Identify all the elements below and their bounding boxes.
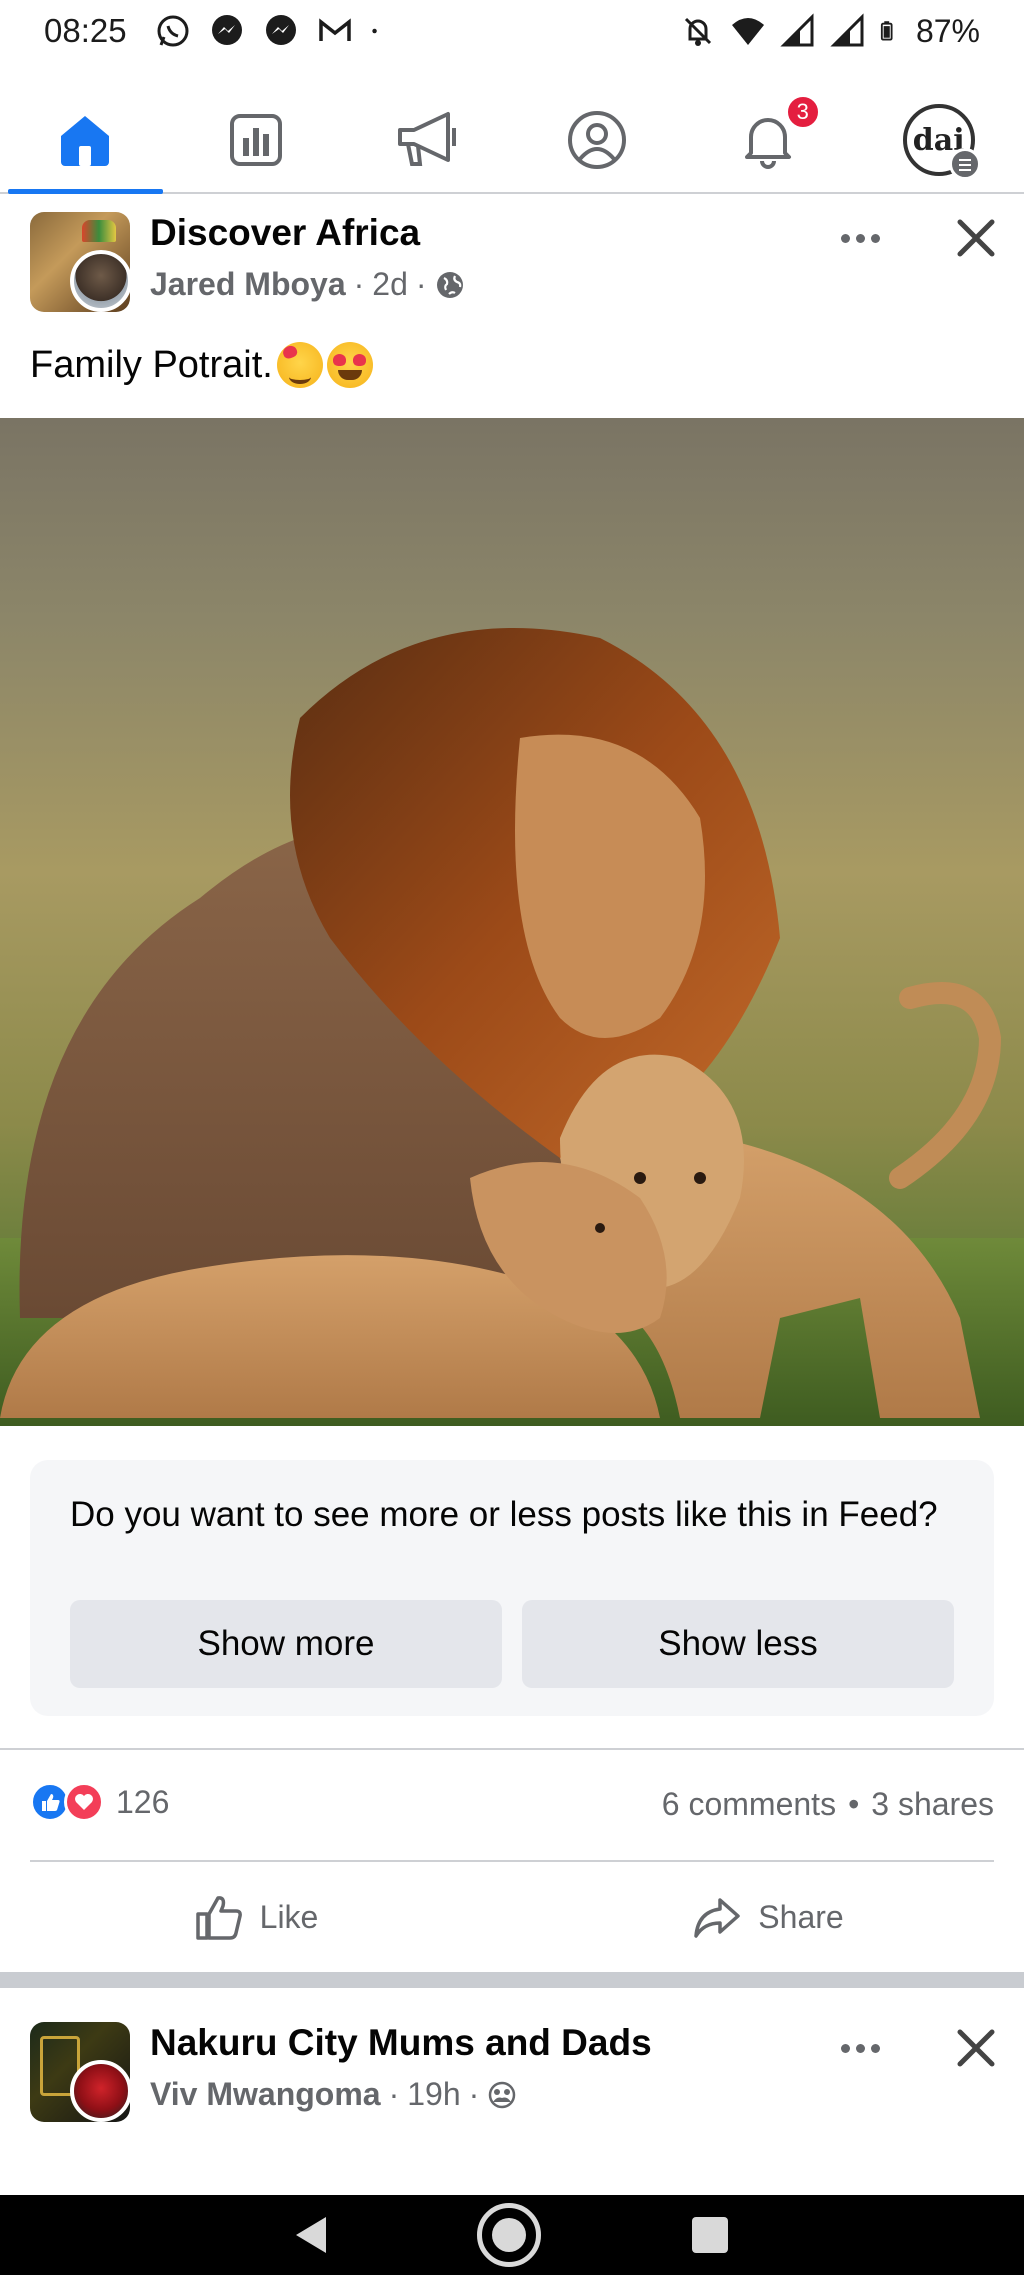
post-time[interactable]: 19h [407, 2076, 460, 2113]
engagement-summary: 6 comments • 3 shares [661, 1786, 994, 1823]
top-navigation: 3 dai [0, 88, 1024, 194]
post-meta: Viv Mwangoma · 19h · [150, 2076, 517, 2113]
status-time: 08:25 [44, 12, 127, 49]
battery-percent: 87% [915, 12, 980, 49]
chart-icon [230, 114, 282, 166]
share-arrow-icon [694, 1898, 741, 1938]
battery-icon [880, 21, 893, 41]
notification-badge: 3 [784, 94, 821, 130]
thumbs-up-icon [195, 1896, 242, 1940]
shares-count[interactable]: 3 shares [871, 1786, 994, 1823]
user-circle-icon [568, 111, 627, 169]
post-options-button[interactable] [832, 218, 888, 258]
divider [0, 1748, 1024, 1750]
author-avatar[interactable] [70, 250, 132, 312]
system-navigation-bar [0, 2195, 1024, 2275]
tab-menu[interactable]: dai [853, 88, 1024, 192]
photo-illustration [0, 628, 1024, 1426]
smiling-face-with-hearts-emoji [276, 342, 323, 388]
group-name[interactable]: Discover Africa [150, 212, 420, 254]
share-label: Share [758, 1898, 844, 1935]
globe-icon [436, 271, 463, 298]
mute-icon [684, 17, 712, 46]
post-time[interactable]: 2d [372, 266, 408, 303]
tab-notifications[interactable]: 3 [683, 88, 854, 192]
lion-family-photo[interactable] [0, 418, 1024, 1426]
dot-icon [371, 28, 377, 34]
close-icon [957, 219, 995, 257]
signal-icon [780, 13, 814, 47]
menu-icon [948, 148, 981, 180]
messenger-icon [265, 15, 296, 45]
post-actions: Like Share [0, 1862, 1024, 1972]
gmail-icon [318, 18, 351, 41]
tab-home[interactable] [0, 88, 171, 194]
tab-profile[interactable] [512, 88, 683, 192]
author-name[interactable]: Viv Mwangoma [150, 2076, 381, 2113]
comments-count[interactable]: 6 comments [662, 1786, 836, 1823]
heart-eyes-emoji [326, 342, 373, 388]
wifi-icon [731, 18, 764, 45]
reaction-summary[interactable]: 126 [30, 1782, 169, 1822]
signal-icon [830, 13, 864, 47]
hide-post-button[interactable] [950, 2022, 1002, 2074]
group-members-icon [489, 2081, 516, 2108]
caption-text: Family Potrait. [30, 343, 273, 386]
messenger-icon [211, 15, 242, 45]
hide-post-button[interactable] [950, 212, 1002, 264]
back-icon[interactable] [295, 2217, 326, 2253]
megaphone-icon [397, 112, 456, 166]
status-bar: 08:25 87% [0, 0, 1024, 62]
author-avatar[interactable] [70, 2060, 132, 2122]
feed-preference-card: Do you want to see more or less posts li… [30, 1460, 994, 1716]
reaction-count: 126 [116, 1783, 170, 1820]
author-name[interactable]: Jared Mboya [150, 266, 346, 303]
post-header: Discover Africa Jared Mboya · 2d · [0, 208, 1024, 318]
recents-icon[interactable] [692, 2217, 729, 2253]
profile-avatar: dai [902, 104, 981, 180]
post-meta: Jared Mboya · 2d · [150, 266, 465, 303]
post-header: Nakuru City Mums and Dads Viv Mwangoma ·… [0, 2018, 1024, 2128]
show-less-button[interactable]: Show less [522, 1600, 954, 1688]
post-options-button[interactable] [832, 2028, 888, 2068]
tab-ads[interactable] [341, 88, 512, 192]
whatsapp-icon [157, 15, 189, 47]
feed-separator [0, 1972, 1024, 1988]
like-label: Like [259, 1898, 319, 1935]
tab-insights[interactable] [171, 88, 342, 192]
like-button[interactable]: Like [0, 1862, 512, 1972]
feedback-question: Do you want to see more or less posts li… [70, 1495, 938, 1534]
share-button[interactable]: Share [512, 1862, 1024, 1972]
group-name[interactable]: Nakuru City Mums and Dads [150, 2022, 652, 2064]
home-button-icon[interactable] [476, 2203, 541, 2267]
post-caption: Family Potrait. [30, 342, 373, 388]
home-icon [61, 116, 110, 166]
show-more-button[interactable]: Show more [70, 1600, 502, 1688]
close-icon [957, 2029, 995, 2067]
love-reaction-icon [64, 1782, 104, 1822]
